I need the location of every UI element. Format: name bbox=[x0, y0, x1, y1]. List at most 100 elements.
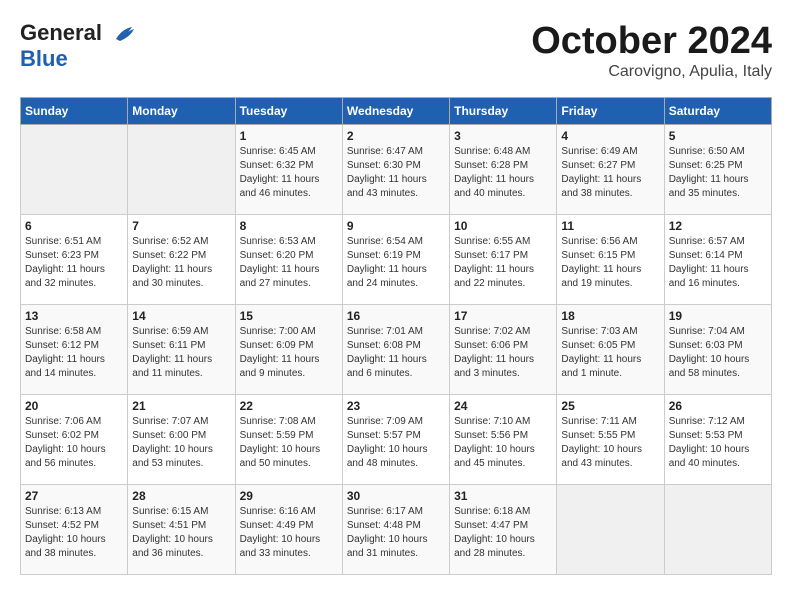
calendar-day-cell: 4 Sunrise: 6:49 AM Sunset: 6:27 PM Daylig… bbox=[557, 125, 664, 215]
calendar-day-cell: 2 Sunrise: 6:47 AM Sunset: 6:30 PM Daylig… bbox=[342, 125, 449, 215]
day-number: 18 bbox=[561, 309, 659, 323]
day-info: Sunrise: 6:58 AM Sunset: 6:12 PM Dayligh… bbox=[25, 325, 123, 381]
day-number: 12 bbox=[669, 219, 767, 233]
header-day-friday: Friday bbox=[557, 98, 664, 125]
calendar-day-cell: 18 Sunrise: 7:03 AM Sunset: 6:05 PM Dayli… bbox=[557, 305, 664, 395]
day-number: 21 bbox=[132, 399, 230, 413]
day-number: 24 bbox=[454, 399, 552, 413]
day-number: 15 bbox=[240, 309, 338, 323]
calendar-day-cell bbox=[664, 485, 771, 575]
day-number: 8 bbox=[240, 219, 338, 233]
header-day-thursday: Thursday bbox=[450, 98, 557, 125]
calendar-day-cell: 1Sunrise: 6:45 AM Sunset: 6:32 PM Daylig… bbox=[235, 125, 342, 215]
calendar-day-cell: 23 Sunrise: 7:09 AM Sunset: 5:57 PM Dayli… bbox=[342, 395, 449, 485]
calendar-day-cell bbox=[557, 485, 664, 575]
logo: General Blue bbox=[20, 20, 138, 72]
header-day-sunday: Sunday bbox=[21, 98, 128, 125]
calendar-day-cell: 26Sunrise: 7:12 AM Sunset: 5:53 PM Dayli… bbox=[664, 395, 771, 485]
header-day-monday: Monday bbox=[128, 98, 235, 125]
day-number: 2 bbox=[347, 129, 445, 143]
calendar-week-row: 6Sunrise: 6:51 AM Sunset: 6:23 PM Daylig… bbox=[21, 215, 772, 305]
location-subtitle: Carovigno, Apulia, Italy bbox=[531, 63, 772, 81]
day-info: Sunrise: 6:52 AM Sunset: 6:22 PM Dayligh… bbox=[132, 235, 230, 291]
calendar-table: SundayMondayTuesdayWednesdayThursdayFrid… bbox=[20, 97, 772, 575]
calendar-day-cell: 10Sunrise: 6:55 AM Sunset: 6:17 PM Dayli… bbox=[450, 215, 557, 305]
calendar-day-cell: 24 Sunrise: 7:10 AM Sunset: 5:56 PM Dayli… bbox=[450, 395, 557, 485]
day-info: Sunrise: 6:16 AM Sunset: 4:49 PM Dayligh… bbox=[240, 505, 338, 561]
calendar-day-cell: 6Sunrise: 6:51 AM Sunset: 6:23 PM Daylig… bbox=[21, 215, 128, 305]
day-number: 25 bbox=[561, 399, 659, 413]
calendar-day-cell: 21 Sunrise: 7:07 AM Sunset: 6:00 PM Dayli… bbox=[128, 395, 235, 485]
day-info: Sunrise: 6:17 AM Sunset: 4:48 PM Dayligh… bbox=[347, 505, 445, 561]
calendar-day-cell: 12 Sunrise: 6:57 AM Sunset: 6:14 PM Dayli… bbox=[664, 215, 771, 305]
calendar-day-cell: 30 Sunrise: 6:17 AM Sunset: 4:48 PM Dayli… bbox=[342, 485, 449, 575]
day-info: Sunrise: 7:09 AM Sunset: 5:57 PM Dayligh… bbox=[347, 415, 445, 471]
header-day-saturday: Saturday bbox=[664, 98, 771, 125]
calendar-week-row: 20 Sunrise: 7:06 AM Sunset: 6:02 PM Dayli… bbox=[21, 395, 772, 485]
calendar-day-cell: 8 Sunrise: 6:53 AM Sunset: 6:20 PM Daylig… bbox=[235, 215, 342, 305]
calendar-day-cell: 16 Sunrise: 7:01 AM Sunset: 6:08 PM Dayli… bbox=[342, 305, 449, 395]
calendar-day-cell: 5 Sunrise: 6:50 AM Sunset: 6:25 PM Daylig… bbox=[664, 125, 771, 215]
calendar-week-row: 1Sunrise: 6:45 AM Sunset: 6:32 PM Daylig… bbox=[21, 125, 772, 215]
day-info: Sunrise: 6:53 AM Sunset: 6:20 PM Dayligh… bbox=[240, 235, 338, 291]
day-info: Sunrise: 7:03 AM Sunset: 6:05 PM Dayligh… bbox=[561, 325, 659, 381]
day-info: Sunrise: 7:11 AM Sunset: 5:55 PM Dayligh… bbox=[561, 415, 659, 471]
month-title: October 2024 bbox=[531, 20, 772, 63]
day-number: 26 bbox=[669, 399, 767, 413]
day-number: 5 bbox=[669, 129, 767, 143]
calendar-day-cell: 28Sunrise: 6:15 AM Sunset: 4:51 PM Dayli… bbox=[128, 485, 235, 575]
day-number: 4 bbox=[561, 129, 659, 143]
day-info: Sunrise: 6:54 AM Sunset: 6:19 PM Dayligh… bbox=[347, 235, 445, 291]
day-info: Sunrise: 7:06 AM Sunset: 6:02 PM Dayligh… bbox=[25, 415, 123, 471]
day-number: 13 bbox=[25, 309, 123, 323]
day-info: Sunrise: 6:57 AM Sunset: 6:14 PM Dayligh… bbox=[669, 235, 767, 291]
calendar-day-cell: 13 Sunrise: 6:58 AM Sunset: 6:12 PM Dayli… bbox=[21, 305, 128, 395]
day-info: Sunrise: 6:47 AM Sunset: 6:30 PM Dayligh… bbox=[347, 145, 445, 201]
day-info: Sunrise: 7:02 AM Sunset: 6:06 PM Dayligh… bbox=[454, 325, 552, 381]
day-info: Sunrise: 6:59 AM Sunset: 6:11 PM Dayligh… bbox=[132, 325, 230, 381]
day-info: Sunrise: 6:13 AM Sunset: 4:52 PM Dayligh… bbox=[25, 505, 123, 561]
header-day-tuesday: Tuesday bbox=[235, 98, 342, 125]
day-number: 22 bbox=[240, 399, 338, 413]
day-info: Sunrise: 7:10 AM Sunset: 5:56 PM Dayligh… bbox=[454, 415, 552, 471]
calendar-day-cell bbox=[128, 125, 235, 215]
calendar-day-cell: 29 Sunrise: 6:16 AM Sunset: 4:49 PM Dayli… bbox=[235, 485, 342, 575]
calendar-day-cell: 14 Sunrise: 6:59 AM Sunset: 6:11 PM Dayli… bbox=[128, 305, 235, 395]
day-number: 1 bbox=[240, 129, 338, 143]
calendar-day-cell: 17 Sunrise: 7:02 AM Sunset: 6:06 PM Dayli… bbox=[450, 305, 557, 395]
day-number: 20 bbox=[25, 399, 123, 413]
day-number: 17 bbox=[454, 309, 552, 323]
day-number: 30 bbox=[347, 489, 445, 503]
day-info: Sunrise: 7:07 AM Sunset: 6:00 PM Dayligh… bbox=[132, 415, 230, 471]
page-header: General Blue October 2024 Carovigno, Apu… bbox=[20, 20, 772, 81]
day-info: Sunrise: 6:49 AM Sunset: 6:27 PM Dayligh… bbox=[561, 145, 659, 201]
calendar-header-row: SundayMondayTuesdayWednesdayThursdayFrid… bbox=[21, 98, 772, 125]
day-number: 7 bbox=[132, 219, 230, 233]
day-number: 29 bbox=[240, 489, 338, 503]
day-number: 14 bbox=[132, 309, 230, 323]
day-number: 28 bbox=[132, 489, 230, 503]
calendar-day-cell: 27 Sunrise: 6:13 AM Sunset: 4:52 PM Dayli… bbox=[21, 485, 128, 575]
day-info: Sunrise: 7:01 AM Sunset: 6:08 PM Dayligh… bbox=[347, 325, 445, 381]
calendar-day-cell: 9 Sunrise: 6:54 AM Sunset: 6:19 PM Daylig… bbox=[342, 215, 449, 305]
calendar-day-cell: 7 Sunrise: 6:52 AM Sunset: 6:22 PM Daylig… bbox=[128, 215, 235, 305]
day-number: 31 bbox=[454, 489, 552, 503]
day-info: Sunrise: 6:48 AM Sunset: 6:28 PM Dayligh… bbox=[454, 145, 552, 201]
day-number: 3 bbox=[454, 129, 552, 143]
day-number: 6 bbox=[25, 219, 123, 233]
calendar-day-cell: 19Sunrise: 7:04 AM Sunset: 6:03 PM Dayli… bbox=[664, 305, 771, 395]
day-info: Sunrise: 6:18 AM Sunset: 4:47 PM Dayligh… bbox=[454, 505, 552, 561]
day-number: 27 bbox=[25, 489, 123, 503]
calendar-day-cell: 31 Sunrise: 6:18 AM Sunset: 4:47 PM Dayli… bbox=[450, 485, 557, 575]
day-info: Sunrise: 6:56 AM Sunset: 6:15 PM Dayligh… bbox=[561, 235, 659, 291]
day-number: 16 bbox=[347, 309, 445, 323]
day-info: Sunrise: 7:04 AM Sunset: 6:03 PM Dayligh… bbox=[669, 325, 767, 381]
day-number: 9 bbox=[347, 219, 445, 233]
day-number: 23 bbox=[347, 399, 445, 413]
day-info: Sunrise: 6:50 AM Sunset: 6:25 PM Dayligh… bbox=[669, 145, 767, 201]
calendar-day-cell bbox=[21, 125, 128, 215]
calendar-day-cell: 25 Sunrise: 7:11 AM Sunset: 5:55 PM Dayli… bbox=[557, 395, 664, 485]
calendar-day-cell: 20 Sunrise: 7:06 AM Sunset: 6:02 PM Dayli… bbox=[21, 395, 128, 485]
calendar-week-row: 13 Sunrise: 6:58 AM Sunset: 6:12 PM Dayli… bbox=[21, 305, 772, 395]
day-info: Sunrise: 6:55 AM Sunset: 6:17 PM Dayligh… bbox=[454, 235, 552, 291]
